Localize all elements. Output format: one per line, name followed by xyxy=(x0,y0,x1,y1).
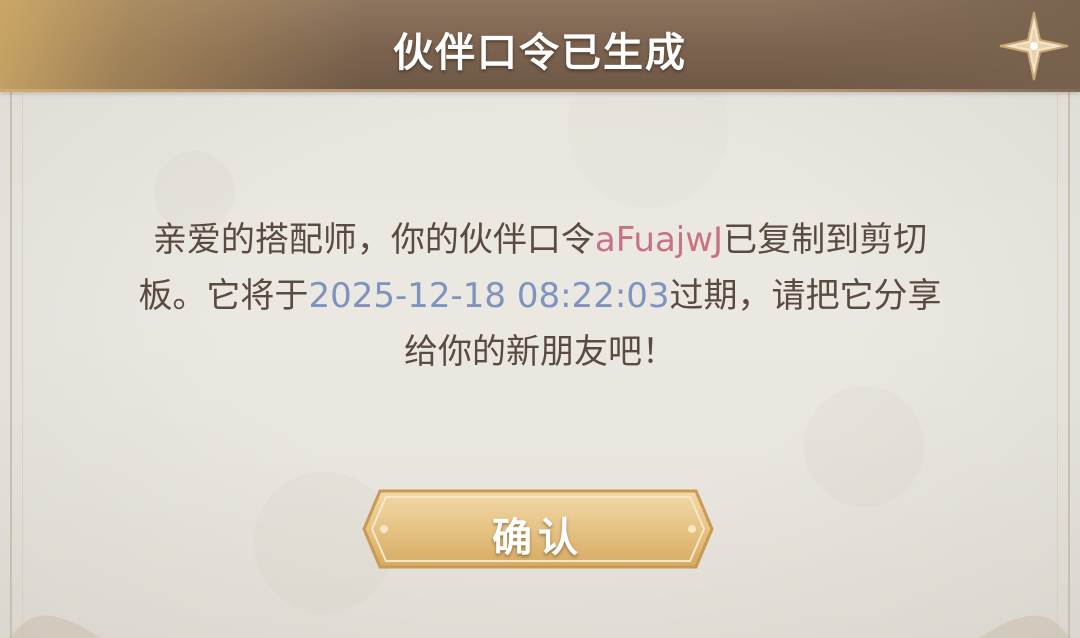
message-text: 过期，请把它分享 xyxy=(669,276,942,316)
message-text: 板。它将于 xyxy=(138,276,309,316)
message-text: 已复制到剪切 xyxy=(723,220,928,260)
confirm-button-label: 确认 xyxy=(492,515,584,561)
dialog-title: 伙伴口令已生成 xyxy=(393,30,687,76)
message-line-1: 亲爱的搭配师，你的伙伴口令aFuajwJ已复制到剪切 xyxy=(80,212,1000,268)
message-line-2: 板。它将于2025-12-18 08:22:03过期，请把它分享 xyxy=(80,268,1000,324)
message-text: 亲爱的搭配师，你的伙伴口令 xyxy=(152,220,595,260)
dialog-message: 亲爱的搭配师，你的伙伴口令aFuajwJ已复制到剪切 板。它将于2025-12-… xyxy=(80,212,1000,380)
message-line-3: 给你的新朋友吧！ xyxy=(404,332,676,372)
four-point-star-icon xyxy=(999,11,1069,81)
corner-ornament-left xyxy=(10,615,100,638)
dialog-window: 伙伴口令已生成 亲爱的搭配师，你的伙伴口令aFuajwJ已复制到剪切 板。它将于… xyxy=(0,0,1080,638)
confirm-button[interactable]: 确认 xyxy=(360,487,716,571)
dialog-header: 伙伴口令已生成 xyxy=(0,0,1080,92)
partner-code: aFuajwJ xyxy=(594,220,724,260)
corner-ornament-right xyxy=(980,615,1070,638)
expiry-datetime: 2025-12-18 08:22:03 xyxy=(308,276,670,316)
